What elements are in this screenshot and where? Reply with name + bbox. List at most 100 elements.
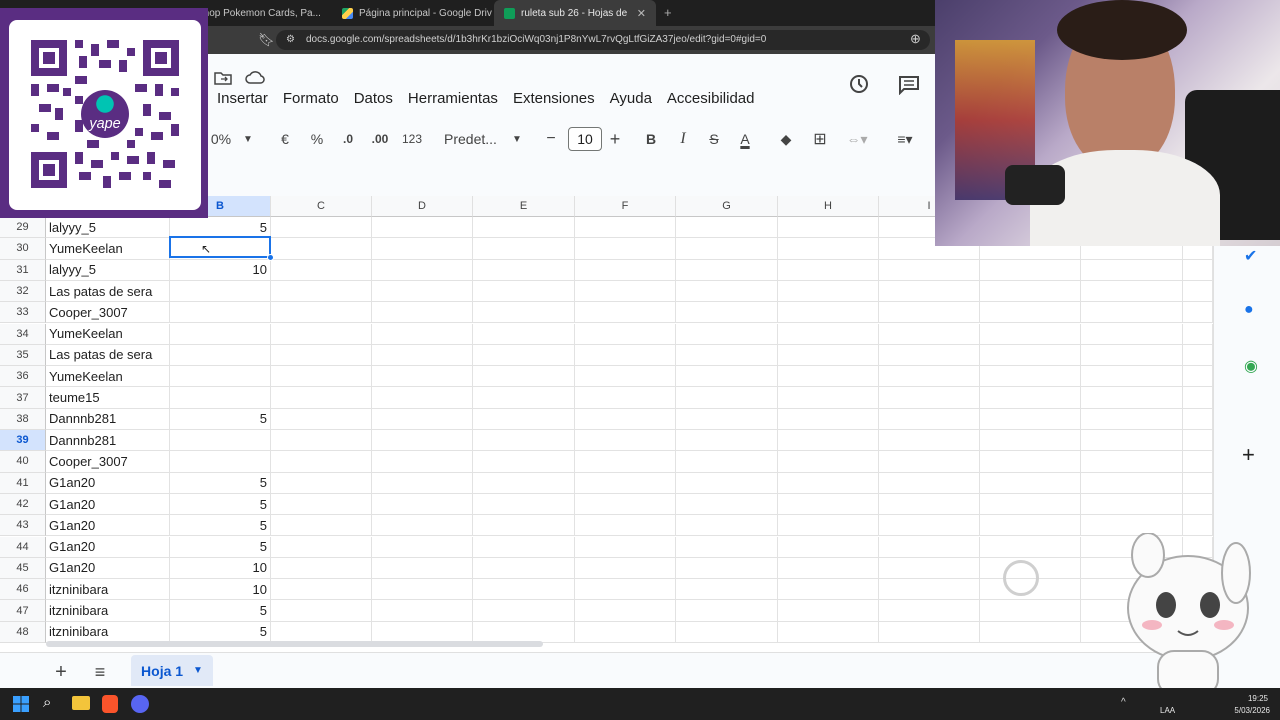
cell-a[interactable]: YumeKeelan [46,366,170,388]
column-header-c[interactable]: C [271,196,372,217]
bookmark-icon[interactable]: 🔖︎ [258,32,275,48]
empty-cell[interactable] [1183,259,1213,281]
empty-cell[interactable] [676,621,778,643]
cell-a[interactable]: itzninibara [46,579,170,601]
empty-cell[interactable] [575,472,676,494]
empty-cell[interactable] [575,259,676,281]
empty-cell[interactable] [778,515,879,537]
empty-cell[interactable] [778,217,879,239]
empty-cell[interactable] [372,493,473,516]
column-header-e[interactable]: E [473,196,575,217]
empty-cell[interactable] [271,408,372,430]
column-header-g[interactable]: G [676,196,778,217]
cell-b[interactable]: 10 [170,557,271,580]
empty-cell[interactable] [473,600,575,622]
align-left-icon[interactable]: ≡▾ [888,124,922,154]
all-sheets-icon[interactable]: ≡ [90,657,110,687]
empty-cell[interactable] [473,430,575,452]
zoom-icon[interactable]: ⊕ [910,31,921,47]
empty-cell[interactable] [879,579,980,601]
empty-cell[interactable] [372,515,473,537]
cell-b[interactable]: 10 [170,579,271,601]
row-number[interactable]: 35 [0,344,46,367]
empty-cell[interactable] [575,408,676,430]
empty-cell[interactable] [271,280,372,303]
empty-cell[interactable] [879,451,980,473]
empty-cell[interactable] [473,302,575,324]
cell-b[interactable]: 5 [170,600,271,622]
clock-time[interactable]: 19:25 [1228,694,1268,703]
empty-cell[interactable] [879,408,980,430]
empty-cell[interactable] [473,217,575,239]
empty-cell[interactable] [575,579,676,601]
empty-cell[interactable] [980,493,1081,516]
menu-herramientas[interactable]: Herramientas [408,90,498,107]
font-select[interactable]: Predet... [444,124,504,154]
cell-a[interactable]: lalyyy_5 [46,217,170,239]
column-header-h[interactable]: H [778,196,879,217]
menu-ayuda[interactable]: Ayuda [610,90,652,107]
row-number[interactable]: 38 [0,408,46,430]
empty-cell[interactable] [778,600,879,622]
empty-cell[interactable] [271,451,372,473]
percent-button[interactable]: % [306,124,328,154]
column-header-d[interactable]: D [372,196,473,217]
cell-b[interactable] [170,430,271,452]
empty-cell[interactable] [1183,387,1213,409]
empty-cell[interactable] [778,366,879,388]
empty-cell[interactable] [676,579,778,601]
empty-cell[interactable] [676,366,778,388]
empty-cell[interactable] [372,557,473,580]
row-number[interactable]: 30 [0,238,46,260]
empty-cell[interactable] [271,472,372,494]
empty-cell[interactable] [1081,259,1183,281]
menu-accesibilidad[interactable]: Accesibilidad [667,90,755,107]
cell-a[interactable]: G1an20 [46,493,170,516]
row-number[interactable]: 31 [0,259,46,281]
empty-cell[interactable] [1183,366,1213,388]
empty-cell[interactable] [1081,408,1183,430]
empty-cell[interactable] [778,536,879,558]
decrease-font-size-icon[interactable]: − [542,124,560,154]
cloud-saved-icon[interactable] [245,70,265,86]
empty-cell[interactable] [778,302,879,324]
empty-cell[interactable] [575,621,676,643]
cell-b[interactable] [170,323,271,345]
empty-cell[interactable] [879,344,980,367]
empty-cell[interactable] [271,557,372,580]
empty-cell[interactable] [980,536,1081,558]
search-icon[interactable]: ⌕ [43,694,51,711]
cell-b[interactable] [170,366,271,388]
empty-cell[interactable] [1081,430,1183,452]
move-folder-icon[interactable] [214,70,232,86]
cell-b[interactable]: 10 [170,259,271,281]
empty-cell[interactable] [1081,344,1183,367]
empty-cell[interactable] [473,408,575,430]
empty-cell[interactable] [676,344,778,367]
empty-cell[interactable] [676,280,778,303]
close-tab-icon[interactable]: ✕ [637,7,646,20]
empty-cell[interactable] [879,430,980,452]
column-header-f[interactable]: F [575,196,676,217]
empty-cell[interactable] [778,451,879,473]
row-number[interactable]: 42 [0,493,46,516]
add-sheet-icon[interactable]: + [52,657,70,687]
row-number[interactable]: 44 [0,536,46,558]
empty-cell[interactable] [575,323,676,345]
row-number[interactable]: 36 [0,366,46,388]
empty-cell[interactable] [1183,493,1213,516]
cell-a[interactable]: teume15 [46,387,170,409]
cell-a[interactable]: Las patas de sera [46,280,170,303]
empty-cell[interactable] [473,451,575,473]
font-dropdown-icon[interactable]: ▼ [510,124,524,154]
version-history-icon[interactable] [848,73,870,95]
get-addons-icon[interactable]: + [1242,442,1255,468]
cell-a[interactable]: YumeKeelan [46,323,170,345]
empty-cell[interactable] [575,217,676,239]
brave-browser-icon[interactable] [102,695,118,713]
empty-cell[interactable] [980,259,1081,281]
windows-start-icon[interactable] [13,696,29,712]
empty-cell[interactable] [575,344,676,367]
row-number[interactable]: 29 [0,217,46,239]
empty-cell[interactable] [372,238,473,260]
